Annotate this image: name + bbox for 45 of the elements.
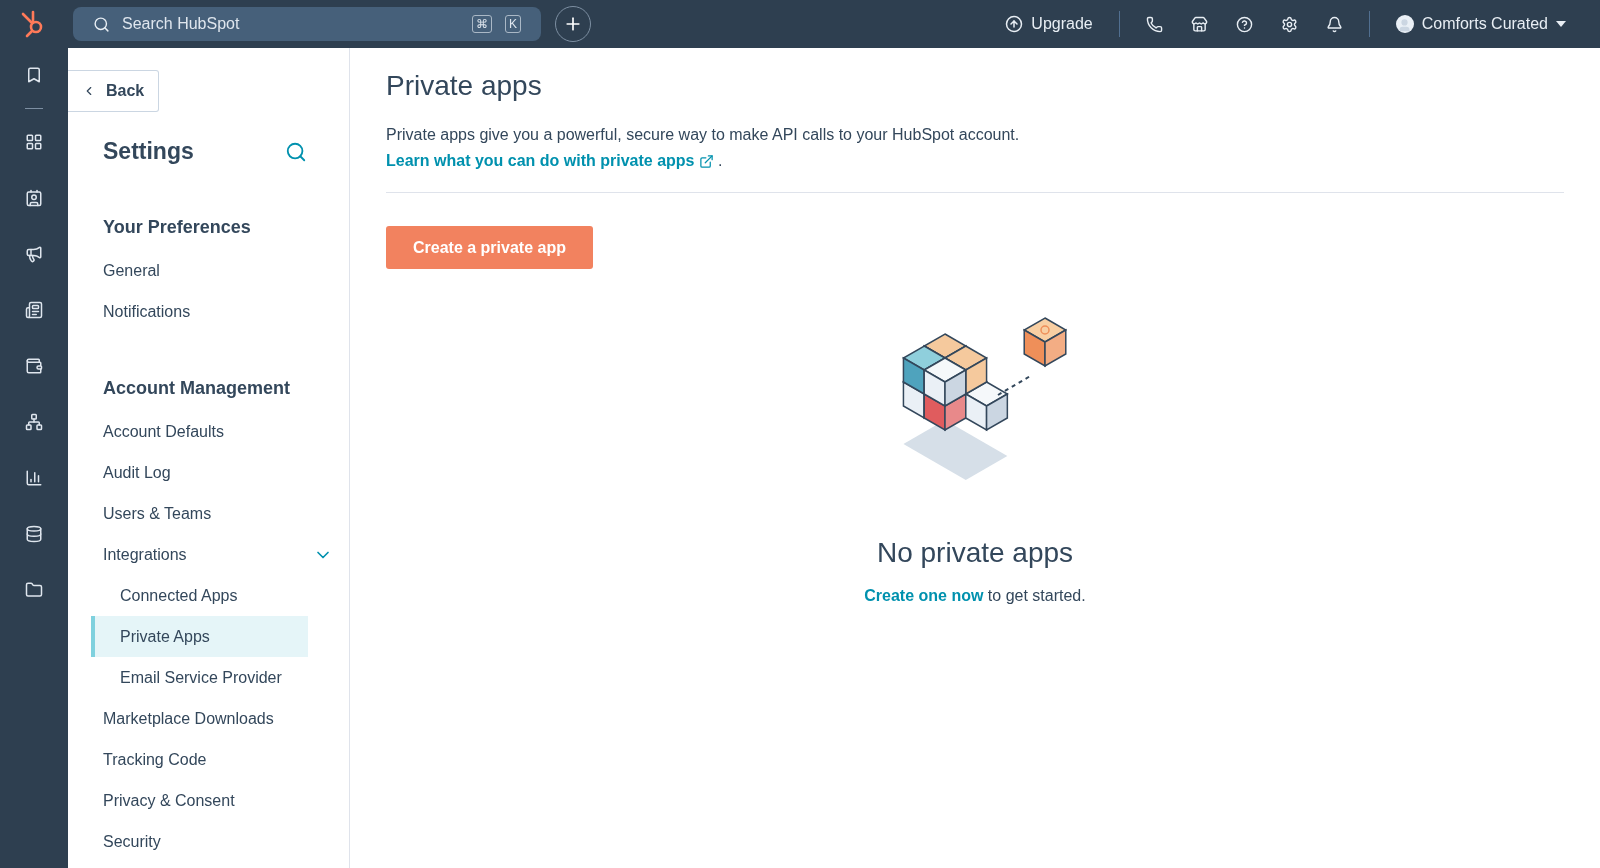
description-text: Private apps give you a powerful, secure way to make API calls to your HubSpot account. Learn what you can do with private apps . — [386, 122, 1564, 174]
sidebar-item[interactable]: Integrations — [103, 534, 333, 575]
account-menu[interactable]: Comforts Curated — [1381, 15, 1580, 33]
upgrade-button[interactable]: Upgrade — [991, 15, 1107, 33]
avatar-icon — [1395, 15, 1414, 33]
bar-chart-icon[interactable] — [25, 469, 43, 487]
hierarchy-icon[interactable] — [25, 413, 43, 431]
search-bar[interactable]: Search HubSpot ⌘ K — [73, 7, 541, 41]
bookmark-icon[interactable] — [25, 66, 43, 84]
sidebar-item[interactable]: Connected Apps — [91, 575, 308, 616]
section-heading: Account Management — [102, 378, 292, 399]
contact-card-icon[interactable] — [25, 189, 43, 207]
newspaper-icon[interactable] — [25, 301, 43, 319]
database-icon[interactable] — [25, 525, 43, 543]
sidebar-item[interactable]: Tracking Code — [103, 739, 333, 780]
sidebar-item[interactable]: General — [103, 250, 333, 291]
sidebar-item[interactable]: Security — [103, 821, 333, 862]
empty-state-text: Create one now to get started. — [864, 587, 1086, 605]
sidebar-item[interactable]: Privacy & Consent — [103, 780, 333, 821]
megaphone-icon[interactable] — [25, 245, 43, 263]
shortcut-key: K — [505, 15, 521, 33]
sidebar-item[interactable]: Audit Log — [103, 452, 333, 493]
sidebar-item[interactable]: Private Apps — [91, 616, 308, 657]
shortcut-key: ⌘ — [472, 15, 492, 33]
page-title: Private apps — [386, 70, 543, 102]
grid-icon[interactable] — [25, 133, 43, 151]
search-field[interactable]: Search HubSpot — [120, 14, 459, 34]
back-button[interactable]: Back — [68, 70, 160, 112]
folder-icon[interactable] — [25, 581, 43, 599]
sidebar-item[interactable]: Account Defaults — [103, 411, 333, 452]
sidebar-item[interactable]: Email Service Provider — [91, 657, 308, 698]
caret-icon — [1556, 21, 1566, 27]
upgrade-icon — [1005, 15, 1024, 33]
section-heading: Your Preferences — [102, 217, 252, 238]
settings-title: Settings — [103, 138, 194, 165]
external-link-icon — [698, 153, 714, 169]
search-icon[interactable] — [285, 140, 307, 163]
wallet-icon[interactable] — [25, 357, 43, 375]
create-one-link[interactable]: Create one now — [864, 587, 984, 605]
search-icon — [93, 15, 110, 33]
learn-link[interactable]: Learn what you can do with private apps — [386, 148, 714, 174]
sidebar-item[interactable]: Marketplace Downloads — [103, 698, 333, 739]
empty-state-title: No private apps — [876, 537, 1074, 569]
sidebar-item[interactable]: Notifications — [103, 291, 333, 332]
sidebar-item[interactable]: Users & Teams — [103, 493, 333, 534]
